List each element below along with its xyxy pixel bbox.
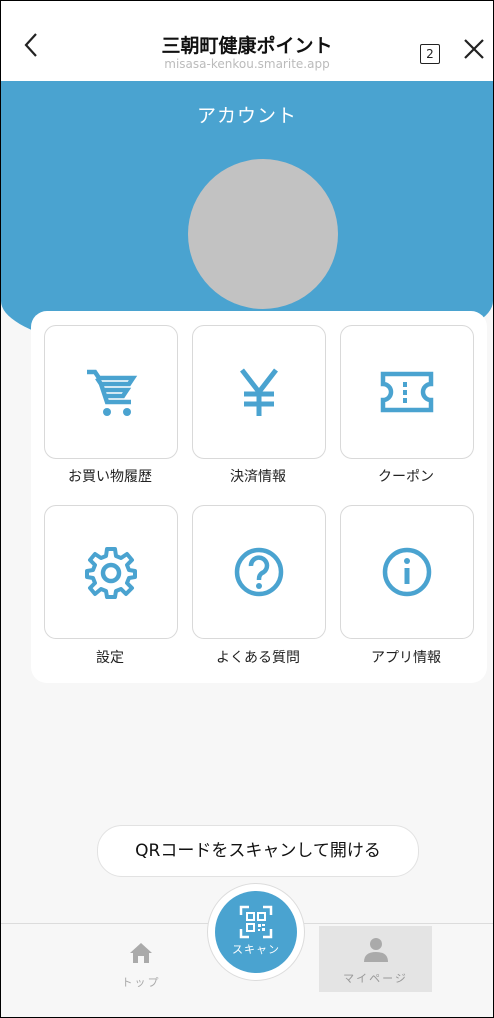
nav-item-top[interactable]: トップ [101, 932, 181, 994]
scan-button[interactable]: スキャン [215, 891, 297, 973]
avatar[interactable] [188, 159, 338, 309]
menu-item-settings[interactable] [44, 505, 178, 639]
yen-icon [240, 368, 278, 416]
menu-label-faq: よくある質問 [216, 650, 300, 666]
close-icon[interactable] [463, 37, 485, 65]
menu-label-settings: 設定 [96, 650, 124, 666]
menu-item-coupon[interactable] [340, 325, 474, 459]
nav-label-mypage: マイページ [343, 972, 408, 985]
menu-label-coupon: クーポン [378, 469, 434, 485]
account-heading: アカウント [196, 105, 297, 127]
header: 三朝町健康ポイント misasa-kenkou.smarite.app 2 [1, 1, 493, 81]
gear-icon [85, 547, 137, 599]
nav-label-top: トップ [121, 976, 161, 989]
cart-icon [87, 369, 138, 416]
qr-code-icon [239, 905, 273, 939]
menu-item-payment-info[interactable] [192, 325, 326, 459]
question-icon [234, 547, 284, 597]
ticket-icon [380, 371, 434, 413]
app-frame: 三朝町健康ポイント misasa-kenkou.smarite.app 2 アカ… [0, 0, 494, 1018]
menu-card: お買い物履歴 決済情報 クーポン 設定 よくある質問 アプリ情報 [31, 311, 487, 683]
info-icon [382, 547, 432, 597]
home-icon [130, 943, 152, 963]
nav-item-mypage[interactable]: マイページ [319, 926, 432, 992]
menu-label-payment-info: 決済情報 [230, 469, 286, 485]
menu-item-purchase-history[interactable] [44, 325, 178, 459]
person-icon [363, 938, 388, 962]
qr-scan-open-button[interactable]: QRコードをスキャンして開ける [97, 825, 419, 877]
scan-label: スキャン [232, 943, 280, 956]
menu-item-faq[interactable] [192, 505, 326, 639]
menu-item-app-info[interactable] [340, 505, 474, 639]
menu-label-app-info: アプリ情報 [371, 650, 441, 666]
tab-count-button[interactable]: 2 [420, 44, 440, 64]
menu-label-purchase-history: お買い物履歴 [68, 469, 152, 485]
